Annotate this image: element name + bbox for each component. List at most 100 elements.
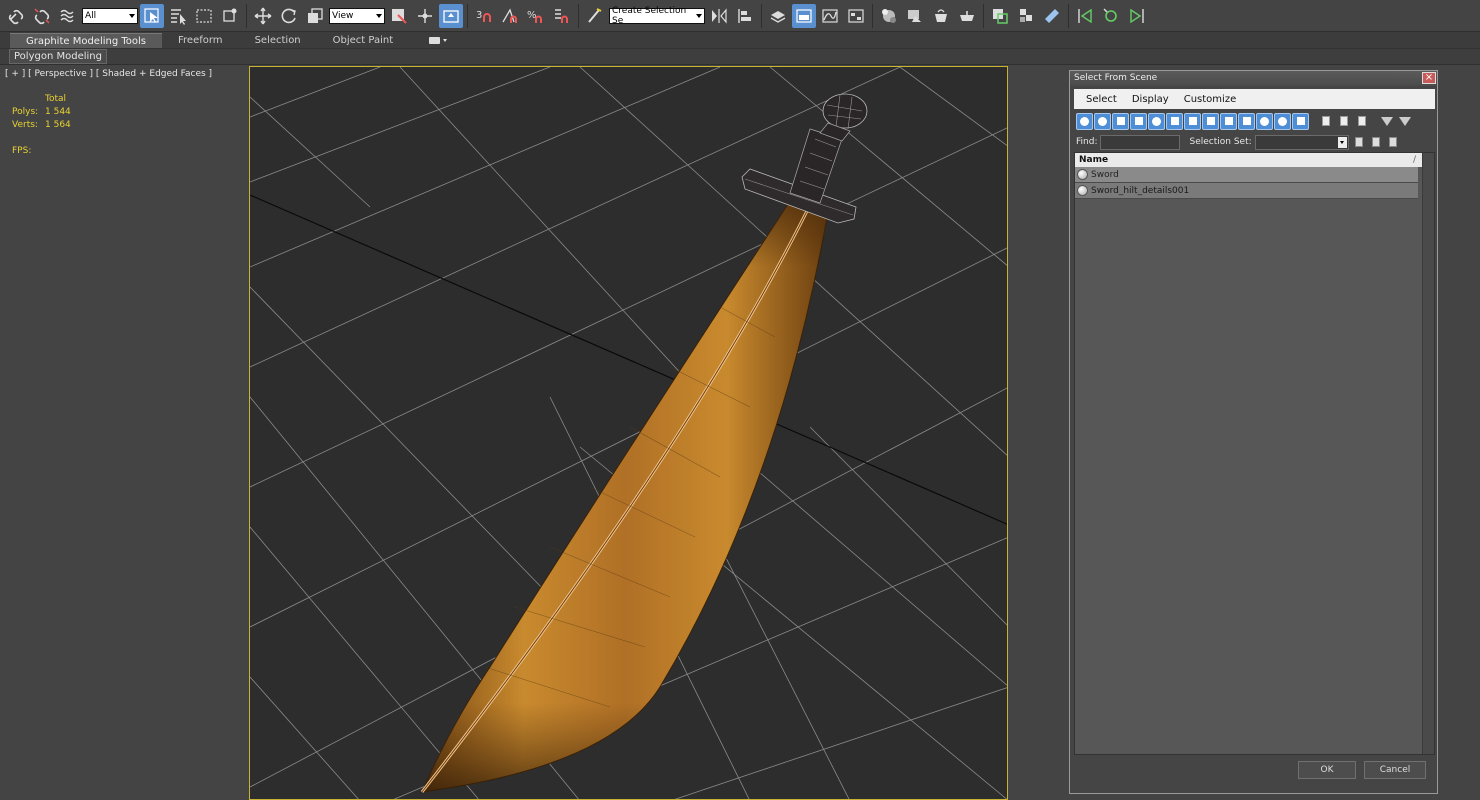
link-icon[interactable] [4, 4, 28, 28]
pivot-center-icon[interactable] [387, 4, 411, 28]
edit-selection-set-icon[interactable] [1369, 135, 1383, 149]
window-crossing-icon[interactable] [218, 4, 242, 28]
select-none-icon[interactable] [1335, 113, 1352, 130]
perspective-viewport[interactable] [249, 66, 1008, 800]
display-hidden-icon[interactable] [1274, 112, 1291, 130]
stats-fps-label: FPS: [12, 146, 32, 156]
filter-icon[interactable] [1378, 113, 1395, 130]
scene-explorer-icon[interactable] [988, 4, 1012, 28]
display-geometry-icon[interactable] [1076, 112, 1093, 130]
graphite-toggle-icon[interactable] [792, 3, 816, 28]
ribbon-tabs: Graphite Modeling Tools Freeform Selecti… [0, 32, 1480, 49]
cancel-button[interactable]: Cancel [1364, 761, 1426, 779]
stats-total-header: Total [45, 94, 67, 104]
render-production-icon[interactable] [955, 4, 979, 28]
viewport-label[interactable]: [ + ] [ Perspective ] [ Shaded + Edged F… [5, 69, 212, 79]
stats-polys-value: 1 544 [45, 107, 71, 117]
chevron-down-icon [696, 13, 702, 18]
stats-verts-label: Verts: [12, 120, 38, 130]
layer-manager-icon[interactable] [766, 4, 790, 28]
filter-options-icon[interactable] [1396, 113, 1413, 130]
chevron-down-icon [1337, 136, 1347, 148]
display-helpers-icon[interactable] [1148, 112, 1165, 130]
polygon-modeling-panel-button[interactable]: Polygon Modeling [9, 49, 107, 64]
move-icon[interactable] [251, 4, 275, 28]
select-object-icon[interactable] [140, 3, 164, 28]
list-item[interactable]: Sword_hilt_details001 [1075, 183, 1418, 199]
selection-set-dropdown[interactable] [1254, 134, 1349, 150]
display-groups-icon[interactable] [1184, 112, 1201, 130]
list-item-name: Sword_hilt_details001 [1091, 185, 1190, 196]
toolbar-divider [578, 3, 579, 28]
display-lights-icon[interactable] [1112, 112, 1129, 130]
selection-set-label: Selection Set: [1189, 137, 1252, 147]
list-item-name: Sword [1091, 169, 1119, 180]
close-icon[interactable]: × [1422, 72, 1436, 84]
ok-button[interactable]: OK [1298, 761, 1356, 779]
angle-snap-icon[interactable] [498, 4, 522, 28]
select-invert-icon[interactable] [1353, 113, 1370, 130]
container-icon[interactable] [1014, 4, 1038, 28]
key-previous-icon[interactable] [1073, 4, 1097, 28]
display-cameras-icon[interactable] [1130, 112, 1147, 130]
scene-object-list[interactable]: Name / Sword Sword_hilt_details001 [1074, 152, 1435, 755]
display-all-icon[interactable] [1292, 112, 1309, 130]
list-item[interactable]: Sword [1075, 167, 1418, 183]
scale-icon[interactable] [303, 4, 327, 28]
rendered-frame-window-icon[interactable] [929, 4, 953, 28]
select-by-name-icon[interactable] [166, 4, 190, 28]
render-setup-icon[interactable] [903, 4, 927, 28]
mirror-icon[interactable] [707, 4, 731, 28]
geometry-object-icon [1077, 169, 1088, 180]
material-editor-icon[interactable] [877, 4, 901, 28]
menu-customize[interactable]: Customize [1184, 94, 1237, 105]
display-frozen-icon[interactable] [1256, 112, 1273, 130]
keyboard-shortcut-override-icon[interactable] [439, 3, 463, 28]
curve-editor-icon[interactable] [818, 4, 842, 28]
bind-space-warp-icon[interactable] [56, 4, 80, 28]
find-input[interactable] [1100, 134, 1181, 150]
rotate-icon[interactable] [277, 4, 301, 28]
rectangular-selection-icon[interactable] [192, 4, 216, 28]
remove-selection-set-icon[interactable] [1386, 135, 1400, 149]
toolbar-divider [761, 3, 762, 28]
reference-coordinate-dropdown[interactable]: View [329, 7, 385, 24]
display-xrefs-icon[interactable] [1202, 112, 1219, 130]
viewport-info-pane: [ + ] [ Perspective ] [ Shaded + Edged F… [0, 66, 248, 800]
display-containers-icon[interactable] [1238, 112, 1255, 130]
schematic-view-icon[interactable] [844, 4, 868, 28]
ribbon-options-button[interactable] [429, 36, 448, 44]
column-header-name[interactable]: Name / [1075, 153, 1422, 167]
menu-select[interactable]: Select [1086, 94, 1117, 105]
display-space-warps-icon[interactable] [1166, 112, 1183, 130]
select-all-icon[interactable] [1317, 113, 1334, 130]
chevron-down-icon [376, 13, 382, 18]
select-from-scene-dialog: Select From Scene × Select Display Custo… [1069, 70, 1438, 794]
column-sort-icon: / [1412, 155, 1416, 165]
selection-filter-dropdown[interactable]: All [82, 7, 138, 24]
edit-named-selection-icon[interactable] [583, 4, 607, 28]
spinner-snap-icon[interactable] [550, 4, 574, 28]
tab-freeform[interactable]: Freeform [162, 33, 239, 48]
tab-selection[interactable]: Selection [239, 33, 317, 48]
column-name-label: Name [1079, 155, 1109, 165]
tab-object-paint[interactable]: Object Paint [317, 33, 410, 48]
sword-model[interactable] [420, 93, 868, 793]
named-selection-dropdown[interactable]: Create Selection Se [609, 5, 705, 26]
tab-graphite-modeling-tools[interactable]: Graphite Modeling Tools [10, 32, 163, 48]
named-selection-value: Create Selection Se [612, 5, 687, 26]
ruler-icon[interactable] [1040, 4, 1064, 28]
snaps-toggle-icon[interactable]: 3 [472, 4, 496, 28]
key-next-icon[interactable] [1125, 4, 1149, 28]
menu-display[interactable]: Display [1132, 94, 1169, 105]
key-cycle-icon[interactable] [1099, 4, 1123, 28]
display-shapes-icon[interactable] [1094, 112, 1111, 130]
align-icon[interactable] [733, 4, 757, 28]
select-manipulate-icon[interactable] [413, 4, 437, 28]
create-selection-set-icon[interactable] [1352, 135, 1366, 149]
unlink-icon[interactable] [30, 4, 54, 28]
display-bones-icon[interactable] [1220, 112, 1237, 130]
list-scrollbar[interactable] [1422, 153, 1434, 754]
dialog-menu-bar: Select Display Customize [1074, 89, 1435, 109]
percent-snap-icon[interactable]: % [524, 4, 548, 28]
